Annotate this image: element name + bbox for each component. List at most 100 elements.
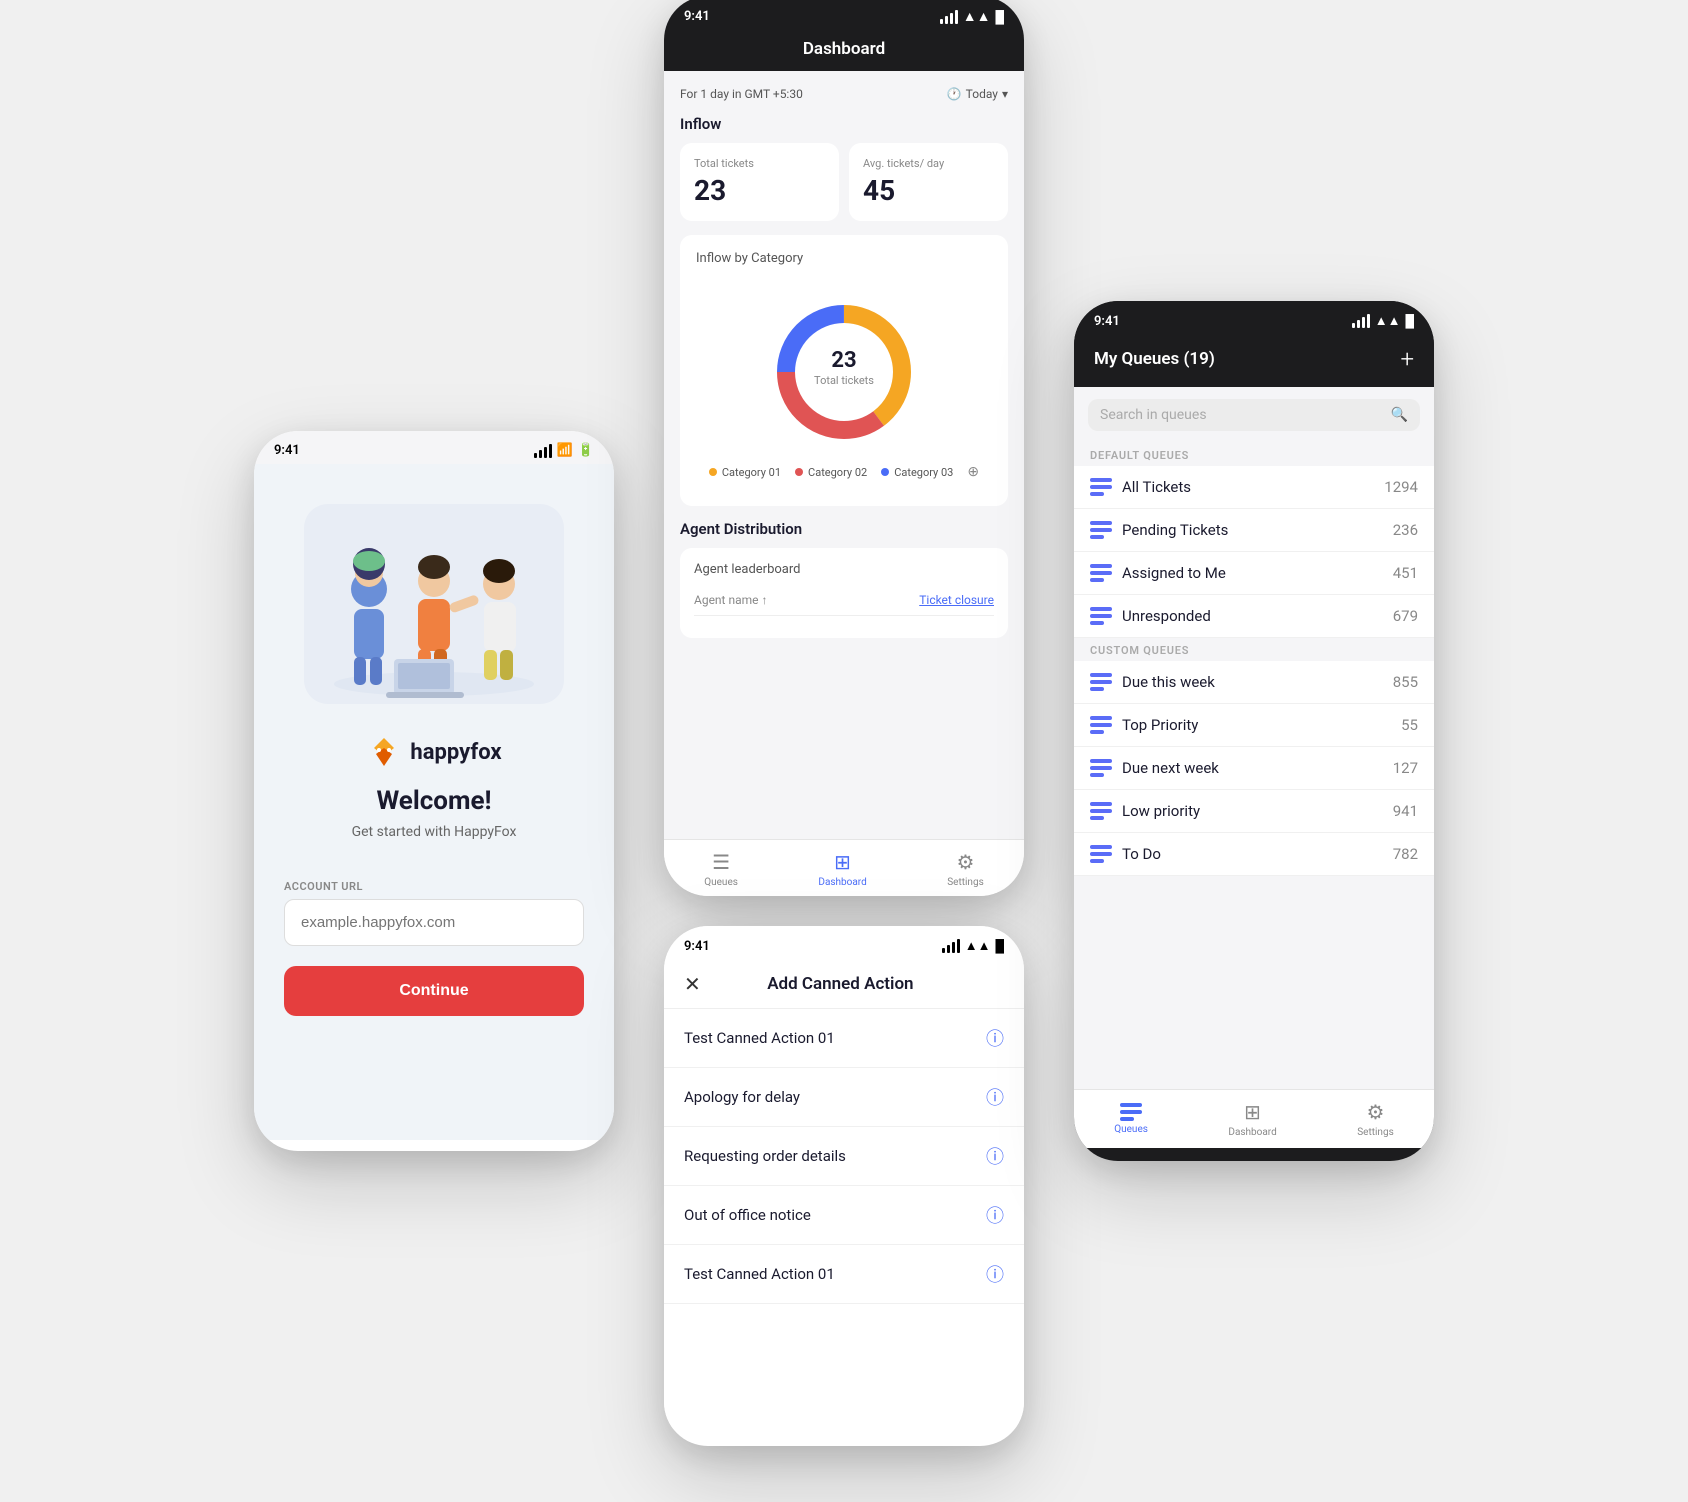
donut-svg: 23 Total tickets (764, 292, 924, 452)
account-url-group: ACCOUNT URL (284, 880, 584, 946)
q-wifi-icon: ▲▲ (1375, 313, 1401, 329)
queue-count-due-week: 855 (1393, 673, 1418, 691)
qnav-settings-icon: ⚙ (1367, 1100, 1385, 1124)
canned-status-bar: 9:41 ▲▲ █ (664, 926, 1024, 960)
d-bar3 (950, 13, 953, 24)
total-tickets-card: Total tickets 23 (680, 143, 839, 221)
queue-item-due-next-week[interactable]: Due next week 127 (1074, 747, 1434, 790)
queue-search-bar[interactable]: Search in queues 🔍 (1088, 399, 1420, 431)
queue-name-due-next-week: Due next week (1122, 759, 1393, 777)
c-signal-bars (942, 939, 960, 953)
queue-item-low-priority[interactable]: Low priority 941 (1074, 790, 1434, 833)
queue-icon-assigned (1090, 564, 1112, 582)
agent-name-col: Agent name ↑ (694, 593, 767, 607)
donut-value: 23 (831, 348, 856, 373)
queue-name-top-priority: Top Priority (1122, 716, 1401, 734)
date-filter-bar: For 1 day in GMT +5:30 🕐 Today ▾ (680, 87, 1008, 101)
queue-icon-low-priority (1090, 802, 1112, 820)
queue-count-low-priority: 941 (1393, 802, 1418, 820)
dashboard-status-icons: ▲▲ █ (940, 8, 1004, 25)
queue-icon-all (1090, 478, 1112, 496)
avg-tickets-card: Avg. tickets/ day 45 (849, 143, 1008, 221)
queue-count-todo: 782 (1393, 845, 1418, 863)
login-status-icons: 📶 🔋 (534, 443, 594, 458)
queue-item-todo[interactable]: To Do 782 (1074, 833, 1434, 876)
agent-table-header: Agent name ↑ Ticket closure (694, 593, 994, 616)
dashboard-bottom-nav: ☰ Queues ⊞ Dashboard ⚙ Settings (664, 839, 1024, 896)
inflow-chart-title: Inflow by Category (696, 251, 992, 266)
nav-dashboard-label: Dashboard (818, 877, 866, 888)
legend-cat03: Category 03 (881, 464, 953, 480)
canned-phone: 9:41 ▲▲ █ ✕ Add Canned Action (664, 926, 1024, 1446)
canned-time: 9:41 (684, 939, 710, 954)
chart-legend: Category 01 Category 02 Category 03 ⊕ (709, 464, 979, 480)
legend-label-cat02: Category 02 (808, 466, 867, 479)
queue-item-unresponded[interactable]: Unresponded 679 (1074, 595, 1434, 638)
q-battery-icon: █ (1405, 314, 1414, 328)
qnav-dashboard[interactable]: ⊞ Dashboard (1228, 1100, 1276, 1138)
login-time: 9:41 (274, 443, 300, 458)
info-icon-1[interactable]: ⓘ (986, 1084, 1004, 1110)
continue-button[interactable]: Continue (284, 966, 584, 1016)
signal-bars (534, 444, 552, 458)
canned-item-1[interactable]: Apology for delay ⓘ (664, 1068, 1024, 1127)
queue-item-all-tickets[interactable]: All Tickets 1294 (1074, 466, 1434, 509)
bar2 (539, 450, 542, 458)
queues-bottom-nav: Queues ⊞ Dashboard ⚙ Settings (1074, 1089, 1434, 1148)
queue-icon-unresponded (1090, 607, 1112, 625)
queue-item-pending[interactable]: Pending Tickets 236 (1074, 509, 1434, 552)
legend-dot-cat01 (709, 468, 717, 476)
queue-item-due-week[interactable]: Due this week 855 (1074, 661, 1434, 704)
dashboard-top-bar: Dashboard (664, 31, 1024, 71)
canned-item-3[interactable]: Out of office notice ⓘ (664, 1186, 1024, 1245)
info-icon-2[interactable]: ⓘ (986, 1143, 1004, 1169)
login-phone: 9:41 📶 🔋 (254, 431, 614, 1151)
qnav-settings[interactable]: ⚙ Settings (1357, 1100, 1394, 1138)
queue-count-due-next-week: 127 (1393, 759, 1418, 777)
add-queue-button[interactable]: + (1400, 345, 1414, 373)
nav-queues[interactable]: ☰ Queues (704, 850, 738, 888)
canned-name-2: Requesting order details (684, 1147, 846, 1165)
qnav-dashboard-label: Dashboard (1228, 1127, 1276, 1138)
account-url-input[interactable] (284, 899, 584, 946)
c-bar2 (947, 945, 950, 953)
expand-icon[interactable]: ⊕ (967, 464, 979, 480)
total-tickets-value: 23 (694, 174, 825, 207)
nav-settings[interactable]: ⚙ Settings (947, 850, 984, 888)
legend-label-cat03: Category 03 (894, 466, 953, 479)
queue-count-all: 1294 (1384, 478, 1418, 496)
default-queues-label: DEFAULT QUEUES (1074, 443, 1434, 466)
qnav-queues[interactable]: Queues (1114, 1103, 1148, 1135)
queue-icon-pending (1090, 521, 1112, 539)
canned-item-0[interactable]: Test Canned Action 01 ⓘ (664, 1009, 1024, 1068)
info-icon-0[interactable]: ⓘ (986, 1025, 1004, 1051)
today-filter-btn[interactable]: 🕐 Today ▾ (947, 87, 1008, 101)
queue-item-top-priority[interactable]: Top Priority 55 (1074, 704, 1434, 747)
canned-item-2[interactable]: Requesting order details ⓘ (664, 1127, 1024, 1186)
canned-item-4[interactable]: Test Canned Action 01 ⓘ (664, 1245, 1024, 1304)
total-tickets-label: Total tickets (694, 157, 825, 170)
queue-icon-todo (1090, 845, 1112, 863)
dashboard-status-bar: 9:41 ▲▲ █ (664, 0, 1024, 31)
nav-dashboard[interactable]: ⊞ Dashboard (818, 850, 866, 888)
qnav-queues-label: Queues (1114, 1124, 1148, 1135)
c-wifi-icon: ▲▲ (965, 938, 991, 954)
info-icon-3[interactable]: ⓘ (986, 1202, 1004, 1228)
donut-label: Total tickets (814, 374, 874, 387)
q-bar2 (1357, 320, 1360, 328)
canned-title: Add Canned Action (767, 974, 913, 994)
welcome-subtitle: Get started with HappyFox (352, 824, 517, 840)
d-wifi-icon: ▲▲ (963, 8, 991, 25)
queue-name-all: All Tickets (1122, 478, 1384, 496)
c-battery-icon: █ (995, 939, 1004, 953)
canned-name-1: Apology for delay (684, 1088, 800, 1106)
queue-name-todo: To Do (1122, 845, 1393, 863)
queue-item-assigned[interactable]: Assigned to Me 451 (1074, 552, 1434, 595)
info-icon-4[interactable]: ⓘ (986, 1261, 1004, 1287)
filter-label: Today (966, 87, 998, 101)
canned-name-0: Test Canned Action 01 (684, 1029, 835, 1047)
queue-icon-top-priority (1090, 716, 1112, 734)
queue-name-pending: Pending Tickets (1122, 521, 1393, 539)
q-bar1 (1352, 323, 1355, 328)
canned-close-button[interactable]: ✕ (684, 972, 701, 996)
